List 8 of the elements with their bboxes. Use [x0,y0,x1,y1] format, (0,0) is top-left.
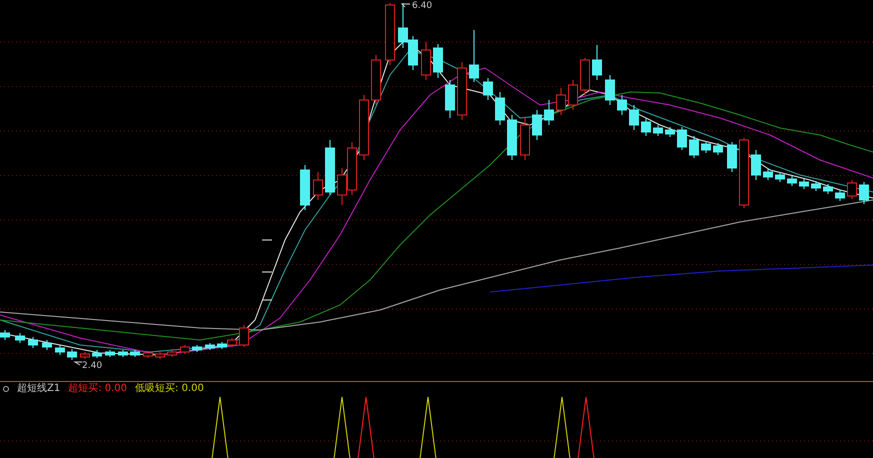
indicator-toggle-icon[interactable] [3,386,9,392]
leader-line [400,4,410,8]
indicator-name: 超短线Z1 [17,383,60,395]
high-price-label: 6.40 [412,1,432,12]
indicator-value: 超短买: 0.00 [68,383,128,395]
indicator-value: 低吸短买: 0.00 [135,383,204,395]
leader-line [73,362,82,366]
low-price-label: 2.40 [82,361,102,372]
